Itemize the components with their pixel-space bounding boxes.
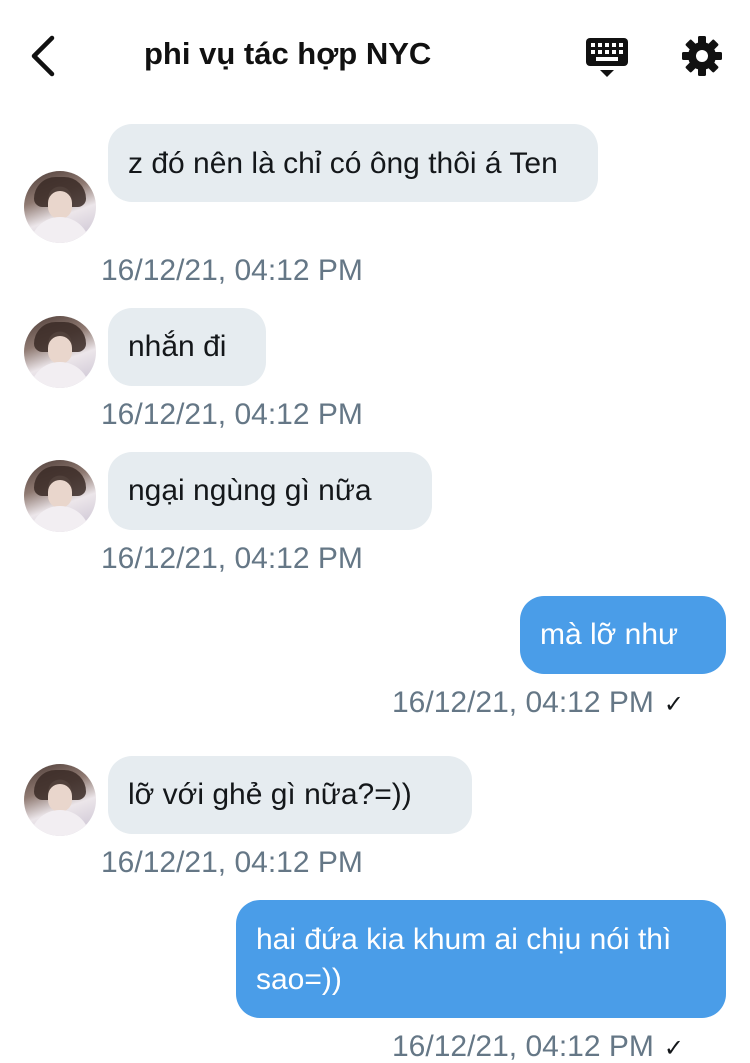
back-button[interactable] bbox=[26, 32, 66, 80]
keyboard-icon bbox=[586, 38, 628, 77]
sent-check-icon: ✓ bbox=[663, 691, 684, 718]
avatar[interactable] bbox=[24, 316, 96, 388]
header-bar: phi vụ tác hợp NYC bbox=[0, 0, 750, 110]
message-timestamp: 16/12/21, 04:12 PM bbox=[101, 254, 363, 287]
back-arrow-icon bbox=[31, 35, 55, 77]
message-timestamp-row: 16/12/21, 04:12 PM ✓ bbox=[392, 1030, 684, 1063]
message-timestamp: 16/12/21, 04:12 PM bbox=[101, 542, 363, 575]
message-timestamp: 16/12/21, 04:12 PM bbox=[101, 846, 363, 879]
avatar[interactable] bbox=[24, 171, 96, 243]
message-timestamp: 16/12/21, 04:12 PM bbox=[392, 1030, 654, 1063]
message-bubble[interactable]: nhắn đi bbox=[108, 308, 266, 386]
message-timestamp: 16/12/21, 04:12 PM bbox=[101, 398, 363, 431]
message-timestamp-row: 16/12/21, 04:12 PM ✓ bbox=[392, 686, 684, 720]
gear-icon bbox=[682, 36, 722, 76]
message-bubble[interactable]: hai đứa kia khum ai chịu nói thì sao=)) bbox=[236, 900, 726, 1018]
settings-button[interactable] bbox=[680, 34, 724, 78]
dm-conversation-screen: phi vụ tác hợp NYC z đó nên là chỉ có ôn… bbox=[0, 0, 750, 1063]
message-timestamp: 16/12/21, 04:12 PM bbox=[392, 686, 654, 719]
avatar[interactable] bbox=[24, 460, 96, 532]
avatar[interactable] bbox=[24, 764, 96, 836]
message-bubble[interactable]: ngại ngùng gì nữa bbox=[108, 452, 432, 530]
message-bubble[interactable]: z đó nên là chỉ có ông thôi á Ten bbox=[108, 124, 598, 202]
sent-check-icon: ✓ bbox=[663, 1035, 684, 1062]
conversation-title: phi vụ tác hợp NYC bbox=[144, 36, 432, 71]
message-bubble[interactable]: mà lỡ như bbox=[520, 596, 726, 674]
keyboard-button[interactable] bbox=[584, 34, 630, 80]
message-bubble[interactable]: lỡ với ghẻ gì nữa?=)) bbox=[108, 756, 472, 834]
